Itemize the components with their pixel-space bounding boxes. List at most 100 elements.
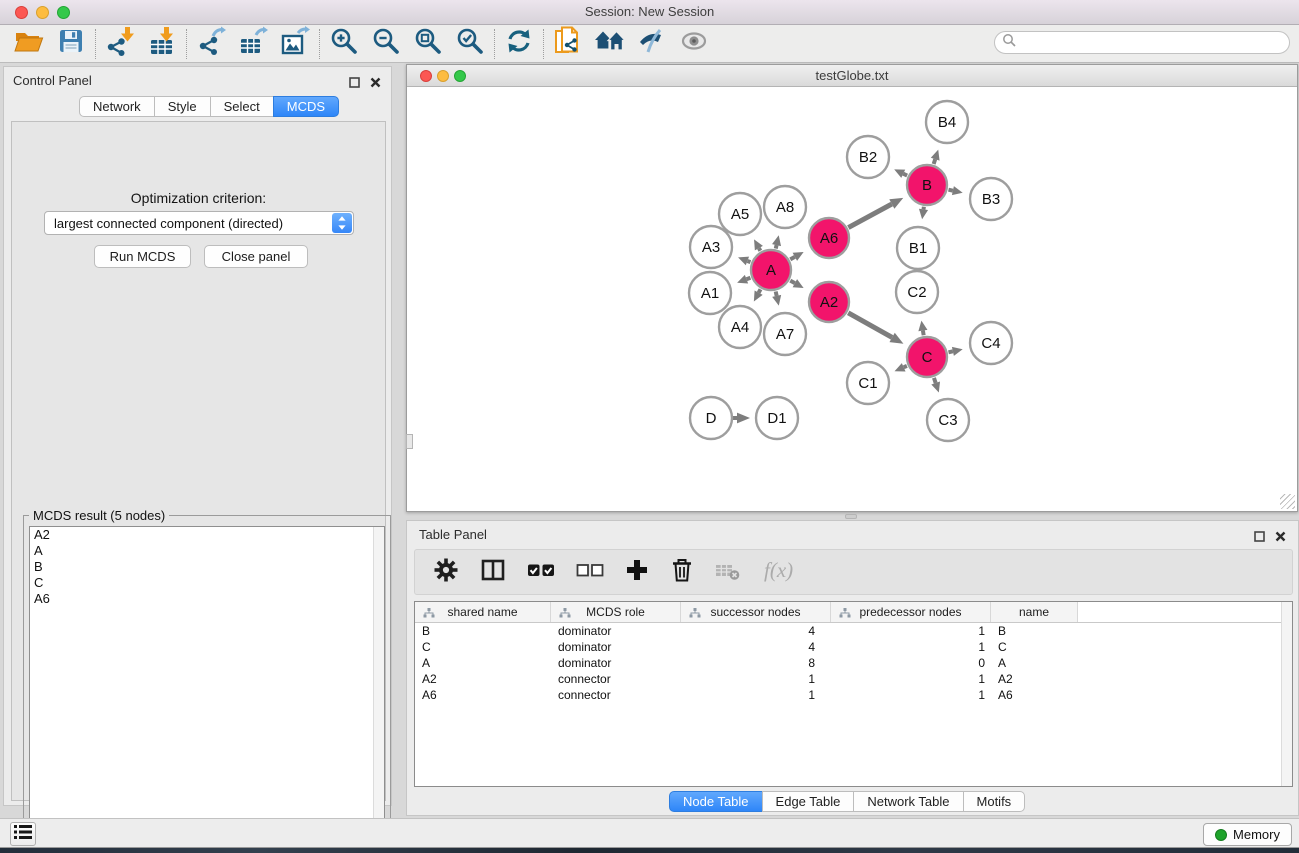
graph-node-A2[interactable]: A2 [809, 282, 849, 322]
close-panel-icon[interactable] [1275, 529, 1286, 547]
table-row[interactable]: A2connector11A2 [415, 671, 1292, 687]
graph-edge-A6-B[interactable] [848, 198, 903, 228]
table-row[interactable]: Adominator80A [415, 655, 1292, 671]
graph-node-A[interactable]: A [751, 250, 791, 290]
graph-node-C[interactable]: C [907, 337, 947, 377]
graph-edge-C-C4[interactable] [948, 347, 962, 356]
graph-edge-B-B2[interactable] [894, 169, 907, 177]
graph-edge-A-A2[interactable] [790, 279, 803, 288]
graph-node-A6[interactable]: A6 [809, 218, 849, 258]
open-session-button[interactable] [8, 27, 50, 61]
graph-node-C2[interactable]: C2 [896, 271, 938, 313]
select-all-button[interactable] [527, 561, 555, 584]
mcds-result-item[interactable]: A6 [30, 591, 384, 607]
graph-edge-B-B3[interactable] [948, 186, 962, 195]
table-row[interactable]: Bdominator41B [415, 623, 1292, 639]
graph-edge-A-A4[interactable] [754, 289, 763, 301]
add-column-button[interactable] [625, 558, 649, 587]
mcds-result-item[interactable]: C [30, 575, 384, 591]
import-network-button[interactable] [99, 27, 141, 61]
graph-node-A8[interactable]: A8 [764, 186, 806, 228]
hide-selected-button[interactable] [631, 27, 673, 61]
export-network-button[interactable] [190, 27, 232, 61]
export-image-button[interactable] [274, 27, 316, 61]
mcds-result-item[interactable]: A2 [30, 527, 384, 543]
memory-button[interactable]: Memory [1203, 823, 1292, 846]
float-panel-icon[interactable] [1254, 529, 1265, 547]
mcds-result-item[interactable]: B [30, 559, 384, 575]
tab-motifs[interactable]: Motifs [963, 791, 1026, 812]
splitter-grip[interactable] [406, 434, 413, 449]
network-canvas[interactable]: B4 B2 B B3 A8A5 A6 A3 B1 A C2 A1 A2 A4A7 C4 C C1 C3 D D1 [407, 87, 1297, 511]
save-session-button[interactable] [50, 27, 92, 61]
column-header-successor-nodes[interactable]: successor nodes [681, 602, 831, 622]
table-row[interactable]: A6connector11A6 [415, 687, 1292, 703]
fit-content-button[interactable] [407, 27, 449, 61]
network-window-titlebar[interactable]: testGlobe.txt [407, 65, 1297, 87]
layout-home-button[interactable] [589, 27, 631, 61]
tab-network[interactable]: Network [79, 96, 155, 117]
delete-columns-button[interactable] [670, 557, 694, 588]
graph-node-B2[interactable]: B2 [847, 136, 889, 178]
graph-edge-D-D1[interactable] [733, 413, 750, 424]
graph-edge-C-C3[interactable] [931, 378, 940, 393]
network-graph[interactable]: B4 B2 B B3 A8A5 A6 A3 B1 A C2 A1 A2 A4A7 C4 C C1 C3 D D1 [407, 87, 1297, 512]
column-header-shared-name[interactable]: shared name [415, 602, 551, 622]
tab-edge-table[interactable]: Edge Table [762, 791, 855, 812]
graph-node-C1[interactable]: C1 [847, 362, 889, 404]
graph-edge-A-A8[interactable] [772, 235, 781, 248]
graph-edge-C-C1[interactable] [895, 363, 907, 371]
criterion-dropdown[interactable]: largest connected component (directed) [44, 211, 354, 235]
show-all-button[interactable] [673, 27, 715, 61]
column-header-predecessor-nodes[interactable]: predecessor nodes [831, 602, 991, 622]
refresh-button[interactable] [498, 27, 540, 61]
run-mcds-button[interactable]: Run MCDS [94, 245, 191, 268]
graph-edge-C-C2[interactable] [918, 321, 927, 336]
search-field[interactable] [994, 31, 1290, 54]
graph-node-C3[interactable]: C3 [927, 399, 969, 441]
show-panels-button[interactable] [10, 822, 36, 846]
graph-edge-A2-C[interactable] [848, 313, 903, 344]
delete-table-button[interactable] [715, 558, 741, 587]
graph-node-D1[interactable]: D1 [756, 397, 798, 439]
graph-node-A1[interactable]: A1 [689, 272, 731, 314]
graph-edge-A-A5[interactable] [754, 239, 763, 250]
graph-edge-A-A3[interactable] [738, 257, 750, 266]
float-panel-icon[interactable] [349, 75, 360, 93]
graph-node-B1[interactable]: B1 [897, 227, 939, 269]
column-header-name[interactable]: name [991, 602, 1078, 622]
resize-grip-icon[interactable] [1280, 494, 1295, 509]
mcds-result-item[interactable]: A [30, 543, 384, 559]
close-panel-icon[interactable] [370, 75, 381, 93]
graph-edge-B-B1[interactable] [919, 207, 928, 220]
table-row[interactable]: Cdominator41C [415, 639, 1292, 655]
graph-node-A4[interactable]: A4 [719, 306, 761, 348]
tab-style[interactable]: Style [154, 96, 211, 117]
tab-mcds[interactable]: MCDS [273, 96, 339, 117]
zoom-out-button[interactable] [365, 27, 407, 61]
zoom-selected-button[interactable] [449, 27, 491, 61]
horizontal-splitter-grip[interactable] [845, 514, 857, 519]
graph-edge-B-B4[interactable] [931, 150, 940, 164]
graph-node-A3[interactable]: A3 [690, 226, 732, 268]
table-settings-button[interactable] [433, 557, 459, 588]
new-network-from-selection-button[interactable] [547, 27, 589, 61]
graph-node-A7[interactable]: A7 [764, 313, 806, 355]
graph-node-B4[interactable]: B4 [926, 101, 968, 143]
graph-node-B[interactable]: B [907, 165, 947, 205]
search-input[interactable] [1016, 33, 1289, 52]
column-header-mcds-role[interactable]: MCDS role [551, 602, 681, 622]
tab-select[interactable]: Select [210, 96, 274, 117]
deselect-all-button[interactable] [576, 561, 604, 584]
graph-node-B3[interactable]: B3 [970, 178, 1012, 220]
zoom-in-button[interactable] [323, 27, 365, 61]
tab-node-table[interactable]: Node Table [669, 791, 763, 812]
graph-node-A5[interactable]: A5 [719, 193, 761, 235]
graph-edge-A-A1[interactable] [737, 275, 750, 284]
graph-node-C4[interactable]: C4 [970, 322, 1012, 364]
scrollbar[interactable] [1281, 602, 1292, 786]
export-table-button[interactable] [232, 27, 274, 61]
graph-node-D[interactable]: D [690, 397, 732, 439]
scrollbar[interactable] [373, 527, 384, 848]
function-builder-button[interactable]: f(x) [762, 557, 806, 588]
